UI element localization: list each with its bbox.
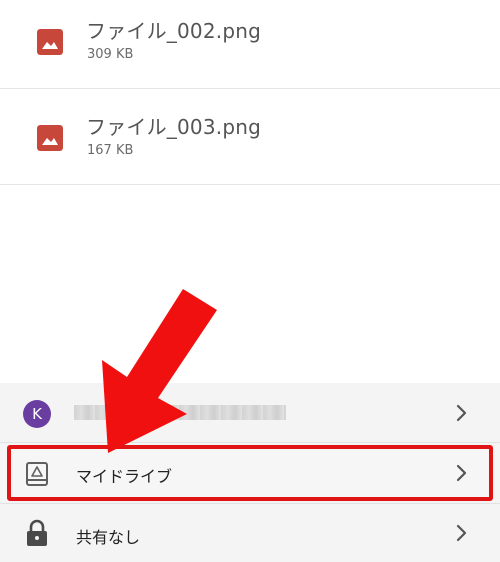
file-list-item[interactable]: ファイル_003.png 167 KB: [0, 89, 500, 185]
drive-folder-icon: [26, 462, 48, 486]
blurred-account-email: [74, 405, 286, 420]
sharing-row[interactable]: 共有なし: [0, 505, 500, 561]
save-options-sheet: K マイドライブ 共有なし: [0, 383, 500, 562]
lock-icon: [27, 519, 47, 546]
image-file-icon: [37, 29, 63, 55]
file-list-item[interactable]: ファイル_002.png 309 KB: [0, 0, 500, 89]
account-row[interactable]: K: [0, 385, 500, 441]
divider: [0, 442, 500, 443]
chevron-right-icon: [456, 524, 467, 542]
file-size: 167 KB: [87, 143, 134, 158]
divider: [0, 184, 500, 185]
file-name: ファイル_003.png: [86, 115, 261, 139]
file-save-screen: ファイル_002.png 309 KB ファイル_003.png 167 KB …: [0, 0, 500, 562]
chevron-right-icon: [456, 464, 467, 482]
divider: [0, 503, 500, 504]
chevron-right-icon: [456, 404, 467, 422]
file-size: 309 KB: [87, 47, 134, 62]
file-name: ファイル_002.png: [86, 19, 261, 43]
sharing-label: 共有なし: [76, 528, 141, 547]
my-drive-label: マイドライブ: [76, 467, 173, 486]
image-file-icon: [37, 125, 63, 151]
avatar: K: [23, 400, 51, 428]
my-drive-row[interactable]: マイドライブ: [0, 445, 500, 501]
